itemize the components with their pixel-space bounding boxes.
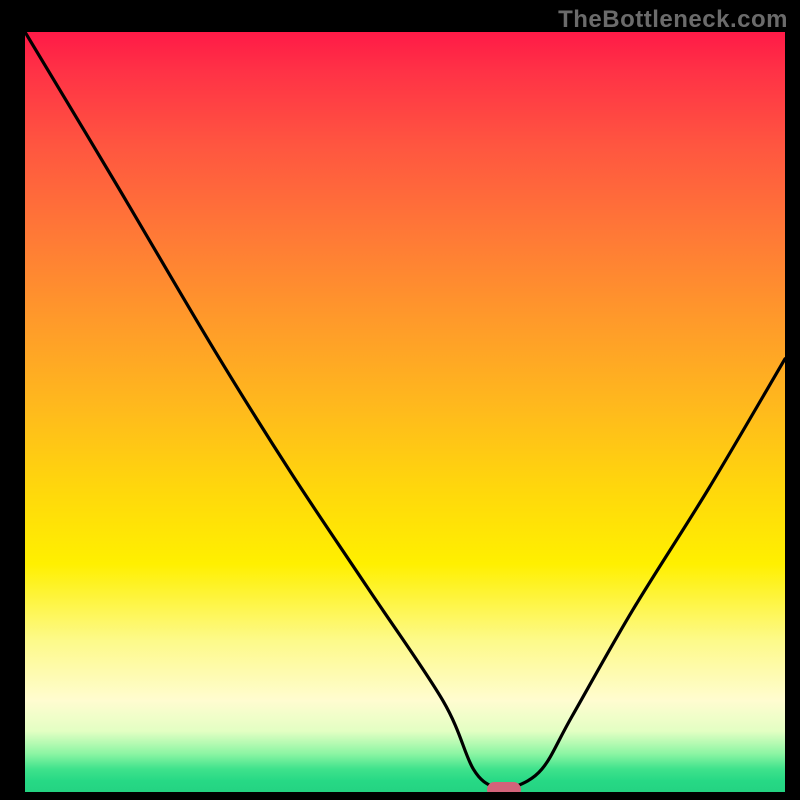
optimal-marker-pill [487,782,521,792]
chart-container: TheBottleneck.com [0,0,800,800]
plot-area [25,32,785,792]
bottleneck-curve [25,32,785,792]
watermark-text: TheBottleneck.com [558,6,788,34]
